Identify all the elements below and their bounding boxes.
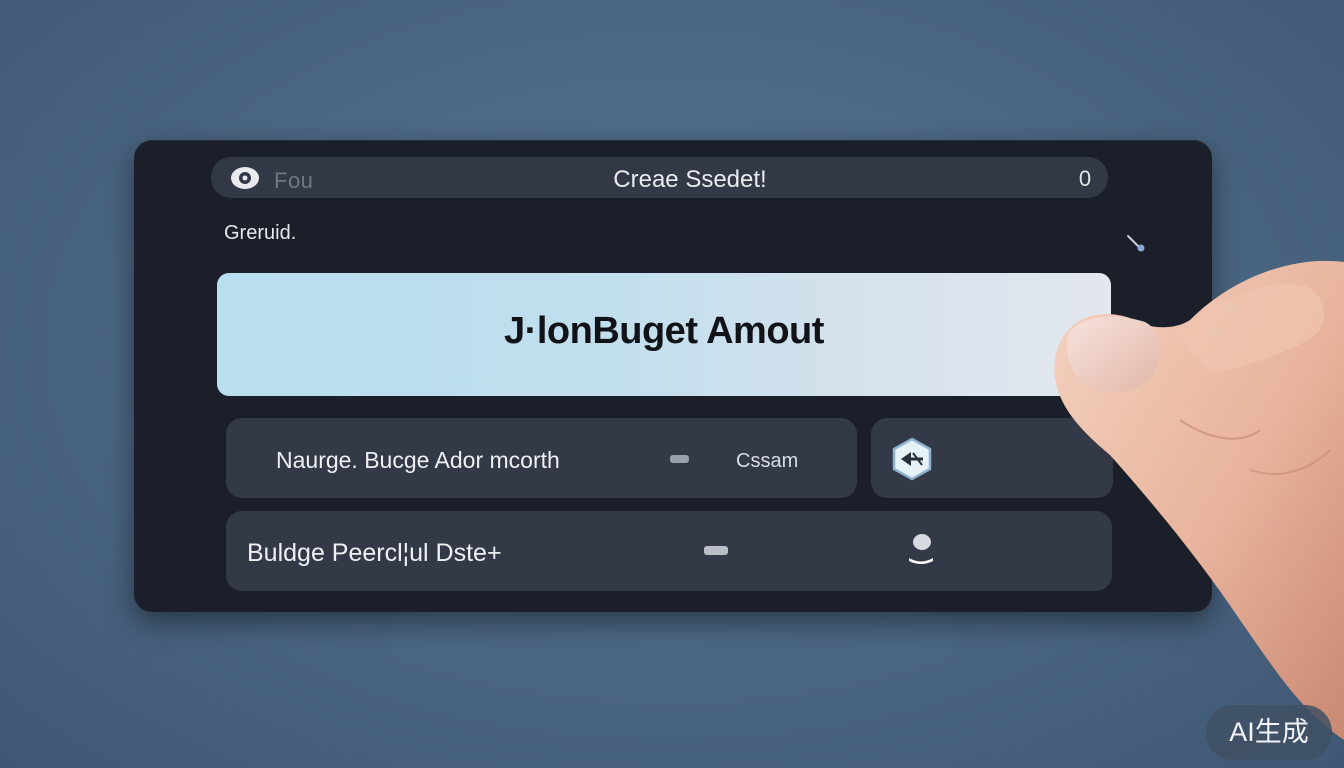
backspace-icon[interactable] xyxy=(889,436,935,482)
monthly-budget-label: Naurge. Bucge Ador mcorth xyxy=(276,447,560,473)
pin-icon[interactable] xyxy=(1126,234,1148,254)
section-label: Greruid. xyxy=(224,222,297,244)
minus-icon[interactable] xyxy=(704,546,728,555)
window-title: Creae Ssedet! xyxy=(613,166,767,193)
monthly-budget-value: Cssam xyxy=(736,450,799,472)
eye-icon[interactable] xyxy=(229,165,261,191)
budget-percent-label: Buldge Peercl¦ul Dste+ xyxy=(247,539,502,567)
ai-watermark-badge: AI生成 xyxy=(1206,705,1332,760)
toggle-icon[interactable] xyxy=(906,532,936,566)
budget-amount-label: J·lonBuget Amout xyxy=(504,310,824,352)
app-name: Fou xyxy=(274,168,314,193)
title-badge[interactable]: 0 xyxy=(1074,166,1096,191)
minus-icon[interactable] xyxy=(670,455,689,463)
